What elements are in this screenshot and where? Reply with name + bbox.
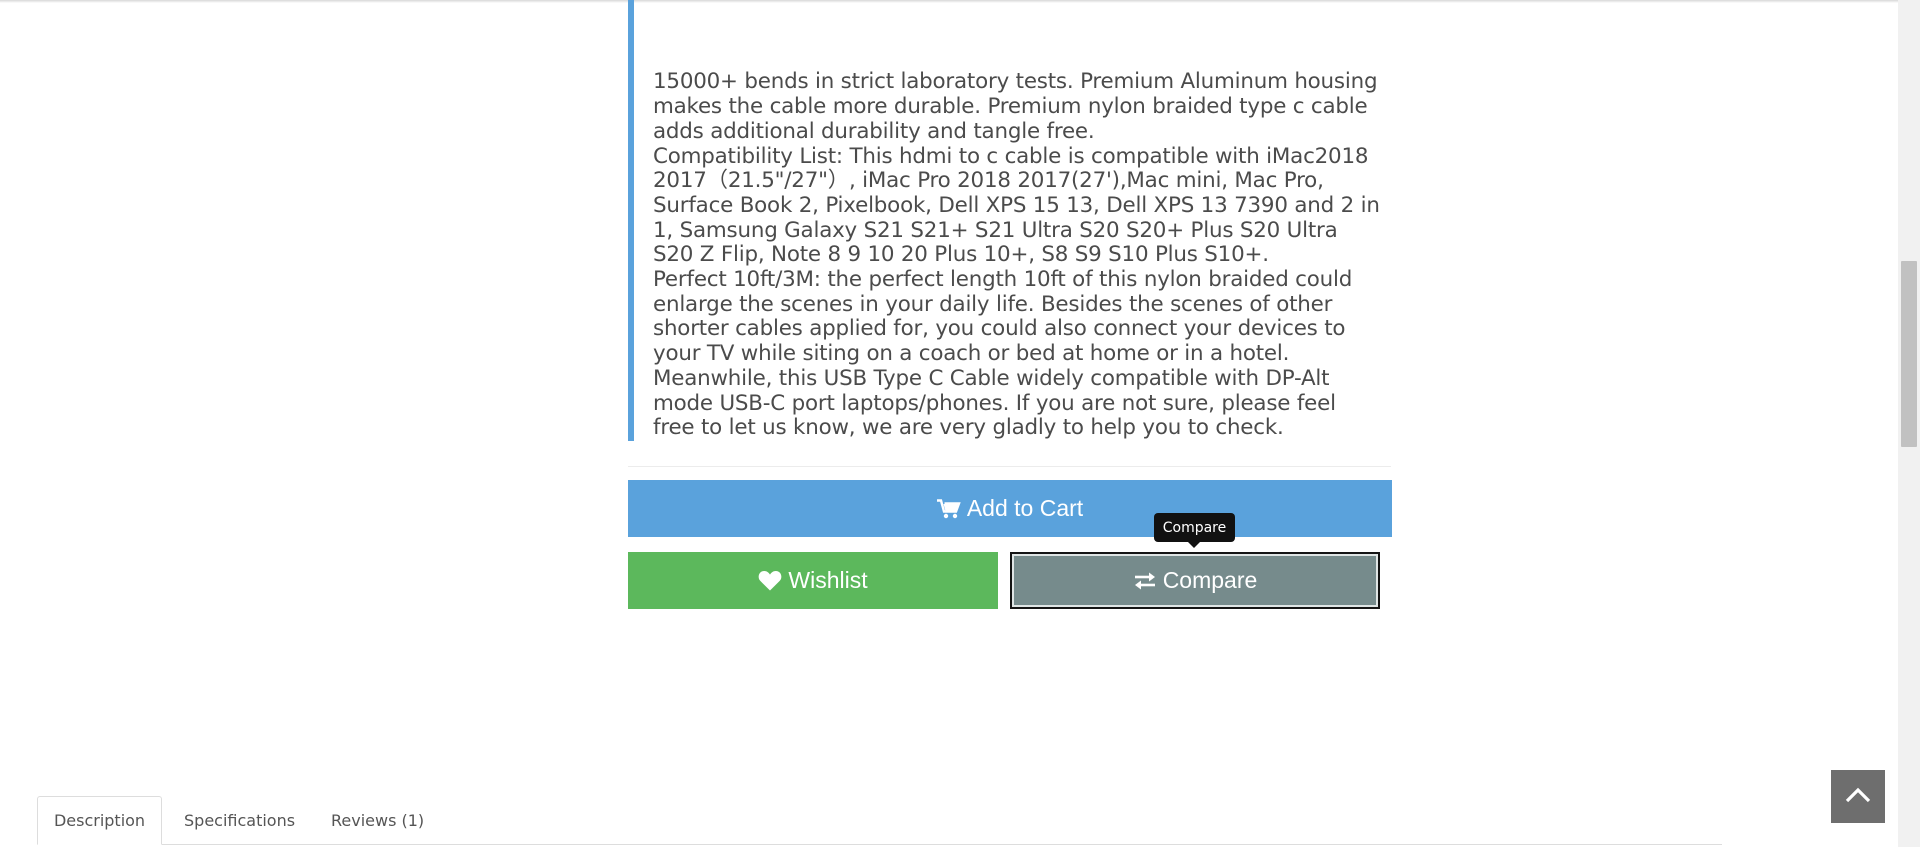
tab-specifications[interactable]: Specifications [184, 796, 295, 845]
compare-button[interactable]: Compare [1010, 552, 1380, 609]
add-to-cart-label: Add to Cart [966, 495, 1084, 521]
product-page: 15000+ bends in strict laboratory tests.… [0, 0, 1920, 847]
shopping-cart-icon [936, 498, 961, 519]
description-paragraph-durability: 15000+ bends in strict laboratory tests.… [653, 69, 1378, 144]
divider [628, 466, 1391, 467]
description-paragraph-compatibility: Compatibility List: This hdmi to c cable… [653, 143, 1380, 268]
back-to-top-button[interactable] [1831, 770, 1885, 823]
compare-label: Compare [1162, 567, 1258, 593]
scrollbar-thumb[interactable] [1901, 261, 1917, 447]
wishlist-label: Wishlist [788, 567, 868, 593]
chevron-up-icon [1845, 787, 1871, 807]
compare-tooltip-arrow [1188, 542, 1200, 548]
heart-icon [758, 570, 782, 591]
wishlist-button[interactable]: Wishlist [628, 552, 998, 609]
tab-description[interactable]: Description [37, 796, 162, 845]
exchange-arrows-icon [1133, 571, 1157, 591]
product-description-quote: 15000+ bends in strict laboratory tests.… [628, 0, 1388, 441]
description-paragraph-length: Perfect 10ft/3M: the perfect length 10ft… [653, 267, 1353, 441]
tab-reviews[interactable]: Reviews (1) [331, 796, 424, 845]
product-description-text: 15000+ bends in strict laboratory tests.… [653, 70, 1383, 441]
add-to-cart-button[interactable]: Add to Cart [628, 480, 1392, 537]
compare-tooltip: Compare [1154, 513, 1235, 542]
